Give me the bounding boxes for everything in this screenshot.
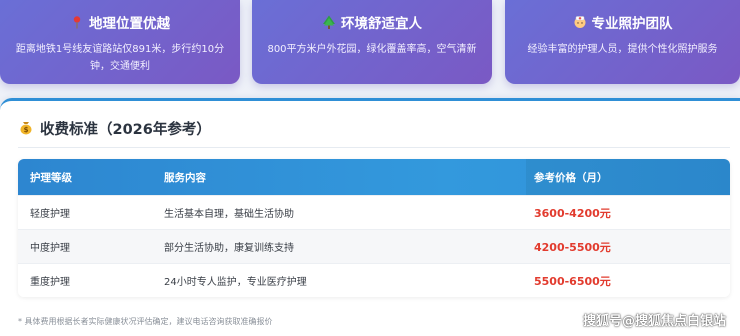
pricing-note: * 具体费用根据长者实际健康状况评估确定，建议电话咨询获取准确报价	[18, 317, 273, 326]
divider	[18, 147, 730, 148]
tree-icon	[322, 15, 336, 29]
cell-level: 重度护理	[30, 277, 70, 288]
header-service: 服务内容	[164, 171, 206, 184]
table-row: 轻度护理 生活基本自理，基础生活协助 3600-4200元	[18, 195, 730, 229]
cell-service: 24小时专人监护，专业医疗护理	[164, 277, 307, 288]
money-bag-icon: $	[18, 119, 34, 139]
feature-cards: 地理位置优越 距离地铁1号线友谊路站仅891米，步行约10分钟，交通便利 环境舒…	[0, 0, 740, 90]
svg-text:$: $	[24, 126, 29, 134]
feature-desc: 经验丰富的护理人员，提供个性化照护服务	[527, 44, 718, 55]
pin-icon	[70, 15, 84, 29]
feature-title: 环境舒适宜人	[341, 16, 422, 32]
cell-price: 5500-6500元	[534, 274, 611, 288]
feature-desc: 距离地铁1号线友谊路站仅891米，步行约10分钟，交通便利	[15, 44, 225, 72]
table-header: 护理等级 服务内容 参考价格（月）	[18, 159, 730, 195]
cell-service: 生活基本自理，基础生活协助	[164, 209, 294, 220]
cell-level: 轻度护理	[30, 209, 70, 220]
feature-title: 专业照护团队	[591, 16, 673, 32]
feature-card-team: 专业照护团队 经验丰富的护理人员，提供个性化照护服务	[505, 0, 740, 84]
feature-card-environment: 环境舒适宜人 800平方米户外花园，绿化覆盖率高，空气清新	[252, 0, 492, 84]
cell-service: 部分生活协助，康复训练支持	[164, 243, 294, 254]
header-price: 参考价格（月）	[526, 159, 730, 195]
pricing-title: $ 收费标准（2026年参考）	[18, 118, 211, 139]
feature-card-location: 地理位置优越 距离地铁1号线友谊路站仅891米，步行约10分钟，交通便利	[0, 0, 240, 84]
cell-price: 4200-5500元	[534, 240, 611, 254]
watermark: 搜狐号@搜狐焦点白银站	[582, 314, 726, 329]
pricing-table: 护理等级 服务内容 参考价格（月） 轻度护理 生活基本自理，基础生活协助 360…	[18, 159, 730, 297]
feature-title: 地理位置优越	[89, 16, 170, 32]
header-level: 护理等级	[30, 171, 72, 184]
pricing-panel: $ 收费标准（2026年参考） 护理等级 服务内容 参考价格（月） 轻度护理 生…	[0, 98, 740, 336]
cell-price: 3600-4200元	[534, 206, 611, 220]
cell-level: 中度护理	[30, 243, 70, 254]
nurse-icon	[573, 15, 587, 29]
table-row: 重度护理 24小时专人监护，专业医疗护理 5500-6500元	[18, 263, 730, 297]
table-row: 中度护理 部分生活协助，康复训练支持 4200-5500元	[18, 229, 730, 263]
feature-desc: 800平方米户外花园，绿化覆盖率高，空气清新	[267, 44, 477, 55]
